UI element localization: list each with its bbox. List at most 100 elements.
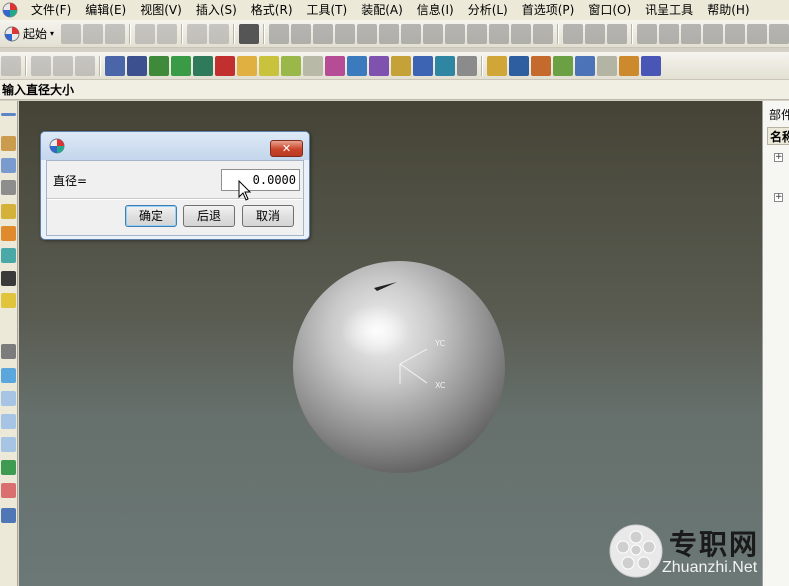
dart-icon[interactable]	[511, 23, 532, 44]
snap-quadrant-icon[interactable]	[575, 55, 595, 76]
menu-tools[interactable]: 工具(T)	[300, 0, 355, 20]
color-icon[interactable]	[1, 293, 16, 308]
slot-icon[interactable]	[445, 23, 466, 44]
menu-assembly[interactable]: 装配(A)	[354, 0, 410, 20]
navigator-column-name[interactable]: 名称	[767, 127, 789, 145]
block-icon[interactable]	[269, 23, 290, 44]
new-file-icon[interactable]	[61, 23, 82, 44]
extrude-icon[interactable]	[563, 23, 584, 44]
datum-plane-icon[interactable]	[53, 55, 73, 76]
arc-icon[interactable]	[1, 136, 16, 151]
menu-insert[interactable]: 插入(S)	[189, 0, 244, 20]
wireframe-icon[interactable]	[237, 55, 257, 76]
split-body-icon[interactable]	[725, 23, 746, 44]
boss-icon[interactable]	[357, 23, 378, 44]
cancel-button[interactable]: 取消	[242, 205, 294, 227]
menu-help[interactable]: 帮助(H)	[700, 0, 756, 20]
line-icon[interactable]	[1, 113, 16, 116]
show-hide-icon[interactable]	[325, 55, 345, 76]
revolve-icon[interactable]	[585, 23, 606, 44]
pad-icon[interactable]	[401, 23, 422, 44]
menu-xuncheng-tools[interactable]: 讯呈工具	[638, 0, 700, 20]
view-iso-icon[interactable]	[1, 368, 16, 383]
shaded-icon[interactable]	[215, 55, 235, 76]
measure-icon[interactable]	[435, 55, 455, 76]
menu-file[interactable]: 文件(F)	[24, 0, 78, 20]
dialog-titlebar[interactable]: ✕	[41, 132, 309, 160]
view-front-icon[interactable]	[1, 414, 16, 429]
menu-window[interactable]: 窗口(O)	[581, 0, 638, 20]
print-icon[interactable]	[239, 23, 260, 44]
solid-icon[interactable]	[1, 271, 16, 286]
copy-icon[interactable]	[157, 23, 178, 44]
save-icon[interactable]	[105, 23, 126, 44]
selection-icon[interactable]	[1, 508, 16, 523]
diameter-input[interactable]: 0.0000	[221, 169, 300, 191]
open-file-icon[interactable]	[83, 23, 104, 44]
subtract-icon[interactable]	[659, 23, 680, 44]
grid-snap-icon[interactable]	[1, 483, 16, 498]
render-icon[interactable]	[457, 55, 477, 76]
csys-icon[interactable]	[413, 55, 433, 76]
hole-icon[interactable]	[379, 23, 400, 44]
sketch-icon[interactable]	[31, 55, 51, 76]
fillet-icon[interactable]	[1, 180, 16, 195]
spline-icon[interactable]	[1, 158, 16, 173]
hidden-edges-icon[interactable]	[259, 55, 279, 76]
eye-view-icon[interactable]	[619, 55, 639, 76]
back-button[interactable]: 后退	[183, 205, 235, 227]
blank-icon[interactable]	[347, 55, 367, 76]
sweep-icon[interactable]	[607, 23, 628, 44]
draft-icon[interactable]	[1, 344, 16, 359]
wcs-icon[interactable]	[391, 55, 411, 76]
edge-blend-icon[interactable]	[747, 23, 768, 44]
trim-body-icon[interactable]	[703, 23, 724, 44]
menu-view[interactable]: 视图(V)	[133, 0, 189, 20]
groove-icon[interactable]	[467, 23, 488, 44]
sphere-body[interactable]	[293, 261, 505, 473]
undo-icon[interactable]	[187, 23, 208, 44]
tree-expand-icon[interactable]: +	[774, 153, 783, 162]
menu-preferences[interactable]: 首选项(P)	[515, 0, 582, 20]
section-view-icon[interactable]	[281, 55, 301, 76]
pattern-icon[interactable]	[1, 226, 16, 241]
unite-icon[interactable]	[637, 23, 658, 44]
delete-icon[interactable]	[135, 23, 156, 44]
intersect-icon[interactable]	[681, 23, 702, 44]
snap-intersect-icon[interactable]	[597, 55, 617, 76]
menu-info[interactable]: 信息(I)	[410, 0, 461, 20]
sphere-icon[interactable]	[335, 23, 356, 44]
perspective-icon[interactable]	[193, 55, 213, 76]
snap-center-icon[interactable]	[553, 55, 573, 76]
chamfer-icon[interactable]	[769, 23, 789, 44]
view-top-icon[interactable]	[1, 391, 16, 406]
pocket-icon[interactable]	[423, 23, 444, 44]
snap-mid-icon[interactable]	[531, 55, 551, 76]
close-button[interactable]: ✕	[270, 140, 303, 157]
tree-expand-icon[interactable]: +	[774, 193, 783, 202]
menu-format[interactable]: 格式(R)	[244, 0, 300, 20]
edit-object-icon[interactable]	[369, 55, 389, 76]
menu-analysis[interactable]: 分析(L)	[461, 0, 515, 20]
thread-icon[interactable]	[533, 23, 554, 44]
select-filter-icon[interactable]	[1, 55, 21, 76]
pan-icon[interactable]	[171, 55, 191, 76]
snap-end-icon[interactable]	[509, 55, 529, 76]
menu-edit[interactable]: 编辑(E)	[78, 0, 133, 20]
grid-icon[interactable]	[641, 55, 661, 76]
start-button[interactable]: 起始 ▾	[0, 23, 60, 45]
rotate-icon[interactable]	[149, 55, 169, 76]
rib-icon[interactable]	[489, 23, 510, 44]
offset-icon[interactable]	[1, 204, 16, 219]
cone-icon[interactable]	[313, 23, 334, 44]
snap-point-icon[interactable]	[487, 55, 507, 76]
ok-button[interactable]: 确定	[125, 205, 177, 227]
redo-icon[interactable]	[209, 23, 230, 44]
cylinder-icon[interactable]	[291, 23, 312, 44]
view-right-icon[interactable]	[1, 437, 16, 452]
datum-axis-icon[interactable]	[75, 55, 95, 76]
refresh-icon[interactable]	[1, 460, 16, 475]
layer-icon[interactable]	[303, 55, 323, 76]
fit-view-icon[interactable]	[105, 55, 125, 76]
trim-icon[interactable]	[1, 248, 16, 263]
